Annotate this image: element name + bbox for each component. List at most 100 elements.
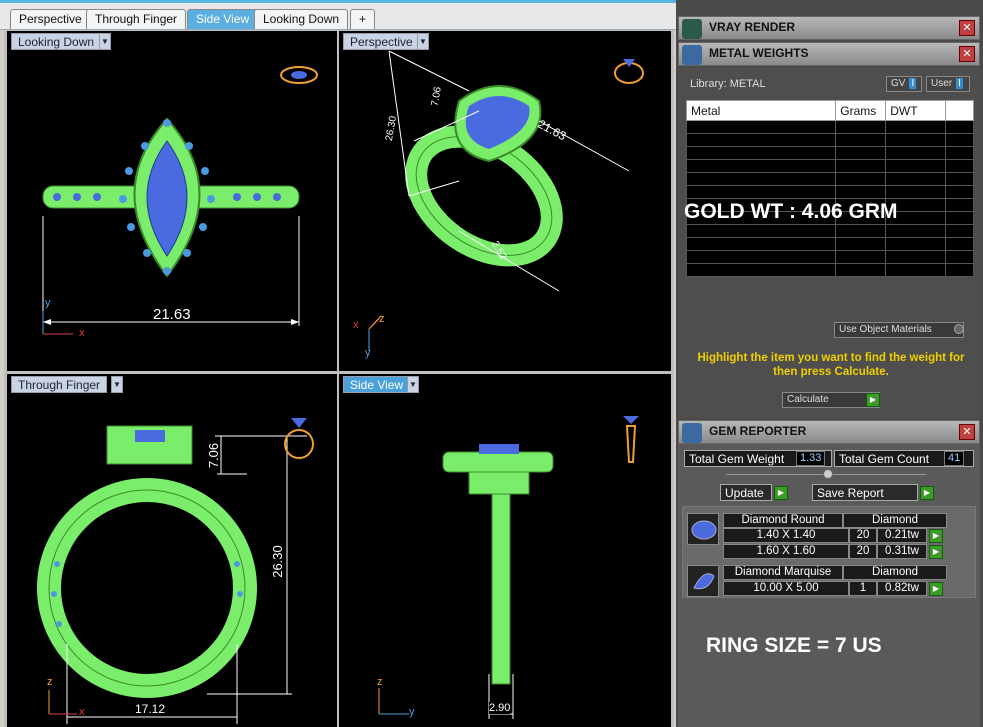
tab-looking-down[interactable]: Looking Down (254, 9, 349, 29)
axis-y-label: y (409, 706, 415, 718)
vray-title: VRAY RENDER (709, 20, 796, 34)
col-metal[interactable]: Metal (685, 100, 837, 121)
view-tab-bar: Perspective Through Finger Side View Loo… (0, 0, 676, 30)
table-row[interactable] (685, 224, 974, 238)
viewport-label[interactable]: Through Finger (11, 376, 108, 393)
use-object-label: Use Object Materials (839, 324, 932, 335)
viewport-menu-icon[interactable]: ▼ (407, 376, 419, 393)
view-cube-icon (623, 416, 639, 463)
total-count-value: 41 (944, 451, 965, 466)
viewport-label[interactable]: Side View (343, 376, 411, 393)
update-button[interactable]: Update (720, 484, 772, 501)
play-icon[interactable]: ▶ (920, 486, 934, 500)
gem-reporter-panel: Total Gem Weight 1.33 Total Gem Count 41… (678, 444, 980, 727)
toggle-indicator-icon: I (956, 78, 963, 89)
gem-type: Diamond (843, 513, 947, 528)
right-panel: VRAY RENDER ✕ METAL WEIGHTS ✕ Library: M… (676, 0, 983, 727)
user-toggle[interactable]: User I (926, 76, 970, 92)
use-object-materials[interactable]: Use Object Materials (834, 322, 964, 338)
viewport-looking-down[interactable]: Looking Down ▼ 21.63 y x (7, 31, 337, 371)
view-cube-icon (280, 66, 318, 84)
gem-size: 1.40 X 1.40 (723, 528, 849, 543)
viewport-label[interactable]: Looking Down (11, 33, 102, 50)
gem-title: GEM REPORTER (709, 424, 807, 438)
metal-weights-header[interactable]: METAL WEIGHTS ✕ (678, 42, 980, 66)
slider-handle[interactable] (823, 469, 833, 479)
axis-z-label: z (47, 676, 53, 688)
dimension-label: 26.30 (269, 545, 285, 578)
viewport-area: Looking Down ▼ 21.63 y x Perspective ▼ 2… (4, 30, 674, 727)
view-cube-icon (284, 418, 314, 459)
vray-icon (682, 19, 702, 39)
user-label: User (931, 78, 953, 89)
axis-y-label: y (45, 297, 51, 309)
gem-size: 1.60 X 1.60 (723, 544, 849, 559)
play-icon[interactable]: ▶ (774, 486, 788, 500)
play-icon[interactable]: ▶ (866, 393, 880, 407)
gem-name: Diamond Marquise (723, 565, 843, 580)
marquise-gem-icon (687, 565, 719, 597)
axis-x-label: x (79, 327, 85, 339)
tab-add[interactable]: + (350, 9, 376, 29)
tab-side-view[interactable]: Side View (187, 9, 259, 29)
axis-y-label: y (365, 347, 371, 359)
tab-accent-line (0, 0, 676, 3)
dimension-label: 7.06 (206, 442, 222, 469)
vray-render-header[interactable]: VRAY RENDER ✕ (678, 16, 980, 40)
table-row[interactable] (685, 250, 974, 264)
col-dwt[interactable]: DWT (885, 100, 947, 121)
axis-z-label: z (379, 313, 385, 325)
metal-weights-panel: Library: METAL GV I User I Metal Grams DWT… (678, 68, 980, 418)
table-row[interactable] (685, 263, 974, 277)
round-gem-icon (687, 513, 719, 545)
gem-count: 20 (849, 544, 877, 559)
viewport-side-view[interactable]: Side View ▼ 2.90 z y (339, 374, 671, 727)
gem-count: 1 (849, 581, 877, 596)
save-report-button[interactable]: Save Report (812, 484, 918, 501)
gv-label: GV (891, 78, 906, 89)
metal-title: METAL WEIGHTS (709, 46, 809, 60)
gem-size: 10.00 X 5.00 (723, 581, 849, 596)
close-icon[interactable]: ✕ (959, 20, 975, 36)
tab-through-finger[interactable]: Through Finger (86, 9, 187, 29)
viewport-perspective[interactable]: Perspective ▼ 21.63 7.06 26.30 3.52 x y … (339, 31, 671, 371)
gem-tw: 0.31tw (877, 544, 927, 559)
viewport-menu-icon[interactable]: ▼ (99, 33, 111, 50)
viewport-menu-icon[interactable]: ▼ (111, 376, 123, 393)
report-icon (682, 423, 702, 443)
table-row[interactable] (685, 185, 974, 199)
tab-perspective[interactable]: Perspective (10, 9, 91, 29)
gem-name: Diamond Round (723, 513, 843, 528)
table-row[interactable] (685, 237, 974, 251)
gv-toggle[interactable]: GV I (886, 76, 922, 92)
table-row[interactable] (685, 120, 974, 134)
gem-count: 20 (849, 528, 877, 543)
viewport-through-finger[interactable]: Through Finger ▼ 7.06 26.30 17.12 z x (7, 374, 337, 727)
play-icon[interactable]: ▶ (929, 545, 943, 559)
gem-tw: 0.21tw (877, 528, 927, 543)
gem-type: Diamond (843, 565, 947, 580)
play-icon[interactable]: ▶ (929, 582, 943, 596)
table-row[interactable] (685, 133, 974, 147)
ring-size-text: RING SIZE = 7 US (706, 634, 882, 657)
col-grams[interactable]: Grams (835, 100, 887, 121)
total-weight-label: Total Gem Weight (689, 452, 785, 466)
total-count-label: Total Gem Count (839, 452, 930, 466)
viewport-menu-icon[interactable]: ▼ (417, 33, 429, 50)
close-icon[interactable]: ✕ (959, 424, 975, 440)
flask-icon (682, 45, 702, 65)
table-row[interactable] (685, 146, 974, 160)
table-row[interactable] (685, 172, 974, 186)
gold-weight-text: GOLD WT : 4.06 GRM (684, 200, 898, 223)
table-row[interactable] (685, 159, 974, 173)
metal-table[interactable]: Metal Grams DWT (685, 100, 974, 277)
library-label: Library: METAL (690, 78, 766, 90)
play-icon[interactable]: ▶ (929, 529, 943, 543)
close-icon[interactable]: ✕ (959, 46, 975, 62)
gem-tw: 0.82tw (877, 581, 927, 596)
view-cube-icon (614, 59, 644, 84)
gem-list: Diamond Round Diamond 1.40 X 1.40 20 0.2… (682, 506, 976, 598)
radio-icon[interactable] (954, 324, 964, 334)
gem-reporter-header[interactable]: GEM REPORTER ✕ (678, 420, 980, 444)
viewport-label[interactable]: Perspective (343, 33, 420, 50)
